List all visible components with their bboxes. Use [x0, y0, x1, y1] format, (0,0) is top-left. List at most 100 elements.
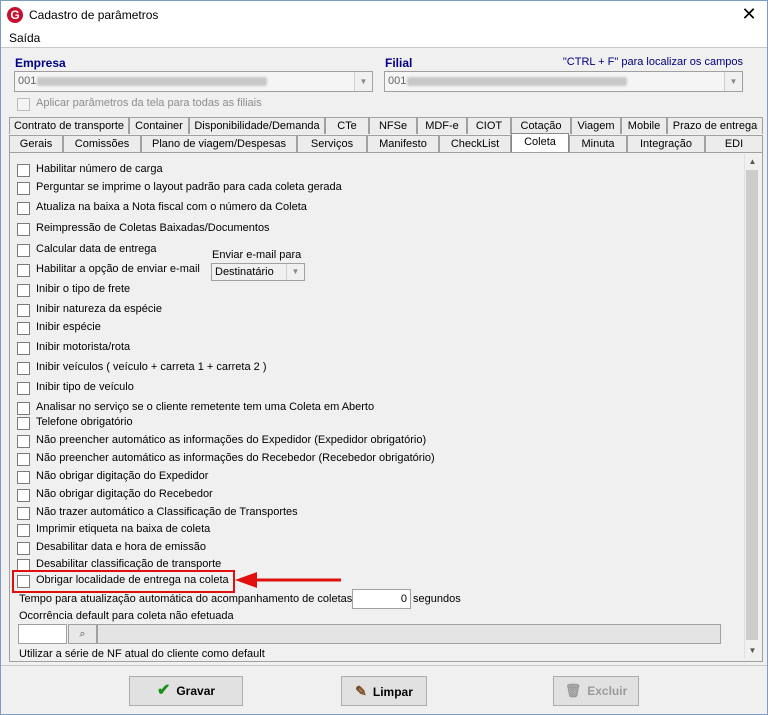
scrollbar-thumb[interactable]	[746, 170, 758, 640]
tab-gerais[interactable]: Gerais	[9, 135, 63, 152]
filial-redacted	[407, 77, 627, 86]
tab-plano-viagem[interactable]: Plano de viagem/Despesas	[141, 135, 297, 152]
checkbox[interactable]	[17, 402, 30, 415]
scroll-up-icon[interactable]: ▲	[745, 154, 760, 169]
option-label: Imprimir etiqueta na baixa de coleta	[36, 523, 211, 535]
tab-cotacao[interactable]: Cotação	[511, 117, 571, 134]
occurrence-description-field	[97, 624, 721, 644]
update-time-label: Tempo para atualização automática do aco…	[19, 593, 353, 605]
checkbox[interactable]	[17, 164, 30, 177]
tab-minuta[interactable]: Minuta	[569, 135, 627, 152]
tab-container[interactable]: Container	[129, 117, 189, 134]
filial-code: 001	[388, 75, 407, 87]
option-label: Desabilitar data e hora de emissão	[36, 541, 206, 553]
option-label: Habilitar número de carga	[36, 163, 163, 175]
tab-servicos[interactable]: Serviços	[297, 135, 367, 152]
close-icon[interactable]: ✕	[739, 4, 759, 24]
option-label: Habilitar a opção de enviar e-mail	[36, 263, 200, 275]
chevron-down-icon[interactable]: ▼	[354, 72, 372, 91]
empresa-redacted	[37, 77, 267, 86]
checkmark-icon: ✔	[156, 682, 171, 699]
tab-checklist[interactable]: CheckList	[439, 135, 511, 152]
app-logo-icon: G	[7, 7, 23, 23]
default-occurrence-label: Ocorrência default para coleta não efetu…	[19, 610, 234, 622]
email-recipient-value: Destinatário	[215, 266, 274, 278]
option-label: Telefone obrigatório	[36, 416, 133, 428]
option-label: Calcular data de entrega	[36, 243, 157, 255]
apply-all-label: Aplicar parâmetros da tela para todas as…	[36, 97, 262, 109]
tab-manifesto[interactable]: Manifesto	[367, 135, 439, 152]
vertical-scrollbar[interactable]: ▲ ▼	[744, 154, 760, 658]
option-label: Inibir natureza da espécie	[36, 303, 162, 315]
chevron-down-icon[interactable]: ▼	[286, 264, 304, 280]
save-button[interactable]: ✔ Gravar	[129, 676, 243, 706]
checkbox[interactable]	[17, 98, 30, 111]
tab-comissoes[interactable]: Comissões	[63, 135, 141, 152]
tab-cte[interactable]: CTe	[325, 117, 369, 134]
tab-integracao[interactable]: Integração	[627, 135, 705, 152]
checkbox[interactable]	[17, 542, 30, 555]
save-label: Gravar	[176, 684, 216, 698]
option-label: Inibir espécie	[36, 321, 101, 333]
option-label: Inibir veículos ( veículo + carreta 1 + …	[36, 361, 267, 373]
update-time-unit: segundos	[413, 593, 461, 605]
tab-mdfe[interactable]: MDF-e	[417, 117, 467, 134]
tab-prazo-entrega[interactable]: Prazo de entrega	[667, 117, 763, 134]
checkbox[interactable]	[17, 382, 30, 395]
email-recipient-select[interactable]: Destinatário ▼	[211, 263, 305, 281]
checkbox[interactable]	[17, 284, 30, 297]
binoculars-icon[interactable]: ⌕	[68, 624, 97, 644]
checkbox[interactable]	[17, 417, 30, 430]
filial-label: Filial	[385, 56, 413, 70]
checkbox[interactable]	[17, 244, 30, 257]
menu-saida[interactable]: Saída	[9, 31, 40, 45]
filial-select[interactable]: 001 ▼	[384, 71, 743, 92]
tab-contrato[interactable]: Contrato de transporte	[9, 117, 129, 134]
tab-coleta[interactable]: Coleta	[511, 133, 569, 153]
menu-separator	[1, 47, 767, 48]
empresa-select[interactable]: 001 ▼	[14, 71, 373, 92]
checkbox[interactable]	[17, 507, 30, 520]
tab-mobile[interactable]: Mobile	[621, 117, 667, 134]
nf-series-option[interactable]: Utilizar a série de NF atual do cliente …	[19, 648, 265, 660]
occurrence-code-input[interactable]	[18, 624, 67, 644]
checkbox[interactable]	[17, 435, 30, 448]
checkbox[interactable]	[17, 362, 30, 375]
option-label: Perguntar se imprime o layout padrão par…	[36, 181, 342, 193]
tab-disponibilidade[interactable]: Disponibilidade/Demanda	[189, 117, 325, 134]
option-label: Desabilitar classificação de transporte	[36, 558, 222, 570]
empresa-code: 001	[18, 75, 37, 87]
trash-icon: 🗑	[564, 683, 582, 698]
update-time-input[interactable]: 0	[352, 589, 411, 609]
tab-edi[interactable]: EDI	[705, 135, 763, 152]
option-label: Não preencher automático as informações …	[36, 434, 427, 446]
checkbox[interactable]	[17, 304, 30, 317]
scroll-down-icon[interactable]: ▼	[745, 643, 760, 658]
checkbox[interactable]	[17, 489, 30, 502]
checkbox[interactable]	[17, 471, 30, 484]
option-label: Reimpressão de Coletas Baixadas/Document…	[36, 222, 270, 234]
checkbox[interactable]	[17, 342, 30, 355]
option-label: Inibir motorista/rota	[36, 341, 131, 353]
delete-button[interactable]: 🗑 Excluir	[553, 676, 639, 706]
tab-nfse[interactable]: NFSe	[369, 117, 417, 134]
email-label: Enviar e-mail para	[212, 249, 302, 261]
search-hint: "CTRL + F" para localizar os campos	[562, 56, 743, 68]
tab-viagem[interactable]: Viagem	[571, 117, 621, 134]
checkbox[interactable]	[17, 322, 30, 335]
broom-icon: ✎	[355, 683, 367, 699]
option-label: Inibir tipo de veículo	[36, 381, 134, 393]
tab-ciot[interactable]: CIOT	[467, 117, 511, 134]
checkbox[interactable]	[17, 202, 30, 215]
update-time-value: 0	[400, 593, 407, 605]
checkbox[interactable]	[17, 453, 30, 466]
checkbox[interactable]	[17, 182, 30, 195]
clear-button[interactable]: ✎ Limpar	[341, 676, 427, 706]
checkbox[interactable]	[17, 223, 30, 236]
option-label: Inibir o tipo de frete	[36, 283, 131, 295]
empresa-label: Empresa	[15, 56, 66, 70]
chevron-down-icon[interactable]: ▼	[724, 72, 742, 91]
delete-label: Excluir	[587, 684, 628, 698]
checkbox[interactable]	[17, 524, 30, 537]
checkbox[interactable]	[17, 264, 30, 277]
